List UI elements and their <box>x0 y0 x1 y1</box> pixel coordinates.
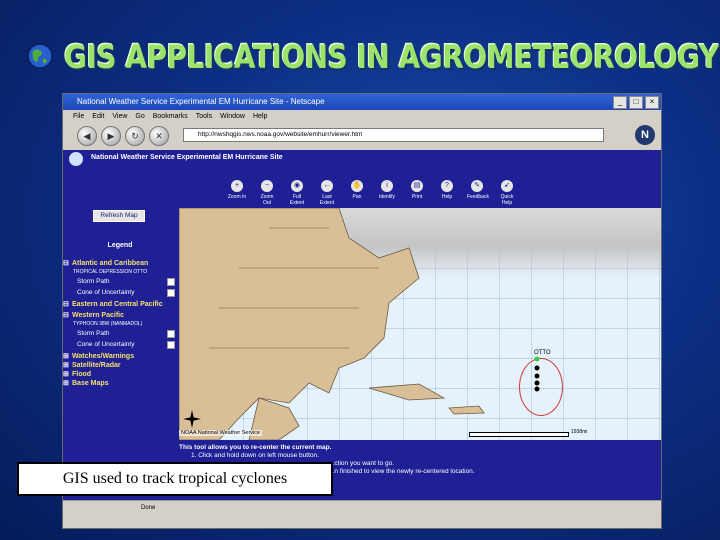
tool-label: Zoom Out <box>260 194 274 206</box>
menu-go[interactable]: Go <box>135 110 144 123</box>
legend-layer-cone[interactable]: Cone of Uncertainty <box>63 339 177 350</box>
layer-label: Storm Path <box>77 330 110 337</box>
layer-checkbox[interactable] <box>167 341 175 349</box>
legend-group-watches[interactable]: Watches/Warnings <box>63 352 177 361</box>
map-view[interactable]: OTTO NOAA National Weather Service 1938m… <box>179 208 661 440</box>
layer-label: Cone of Uncertainty <box>77 341 135 348</box>
instruction-line: 1. Click and hold down on left mouse but… <box>191 452 319 459</box>
tool-zoom-out[interactable]: − Zoom Out <box>257 180 277 206</box>
legend-group-base-maps[interactable]: Base Maps <box>63 379 177 388</box>
scale-label: 1938mi <box>571 429 588 435</box>
info-icon: i <box>381 180 393 192</box>
tool-label: Feedback <box>467 194 489 200</box>
menu-bookmarks[interactable]: Bookmarks <box>153 110 188 123</box>
legend-group-eastern-pacific[interactable]: Eastern and Central Pacific <box>63 300 177 309</box>
tool-identify[interactable]: i Identify <box>377 180 397 206</box>
storm-label: OTTO <box>534 350 551 356</box>
page-content: National Weather Service Experimental EM… <box>63 150 661 514</box>
layer-checkbox[interactable] <box>167 278 175 286</box>
close-button[interactable]: × <box>645 96 659 109</box>
status-text: Done <box>141 505 156 511</box>
tool-label: Full Extent <box>289 194 305 206</box>
tool-label: Last Extent <box>319 194 335 206</box>
legend-panel: Legend Atlantic and Caribbean TROPICAL D… <box>63 242 177 388</box>
legend-layer-storm-path[interactable]: Storm Path <box>63 276 177 287</box>
map-credit: NOAA National Weather Service <box>179 430 263 436</box>
tool-print[interactable]: ▤ Print <box>407 180 427 206</box>
tool-help[interactable]: ? Help <box>437 180 457 206</box>
tool-label: Identify <box>378 194 396 200</box>
tool-full-extent[interactable]: ◉ Full Extent <box>287 180 307 206</box>
tool-label: Pan <box>352 194 362 200</box>
menu-file[interactable]: File <box>73 110 84 123</box>
zoom-out-icon: − <box>261 180 273 192</box>
stop-button[interactable]: ✕ <box>149 126 169 146</box>
slide-caption: GIS used to track tropical cyclones <box>17 462 333 496</box>
north-arrow-icon <box>183 410 201 428</box>
menu-tools[interactable]: Tools <box>196 110 212 123</box>
instruction-line: This tool allows you to re-center the cu… <box>179 444 332 451</box>
question-icon: ? <box>441 180 453 192</box>
netscape-logo-icon: N <box>635 125 655 145</box>
storm-track <box>534 356 540 392</box>
legend-group-western-pacific[interactable]: Western Pacific <box>63 311 177 320</box>
refresh-map-button[interactable]: Refresh Map <box>93 210 145 222</box>
minimize-button[interactable]: _ <box>613 96 627 109</box>
url-input[interactable]: http://nwshqgis.nws.noaa.gov/website/emh… <box>183 128 604 142</box>
tool-label: Quick Help <box>500 194 514 206</box>
legend-storm-name: TROPICAL DEPRESSION OTTO <box>73 269 148 275</box>
navigation-toolbar: ◀ ▶ ↻ ✕ http://nwshqgis.nws.noaa.gov/web… <box>63 123 661 149</box>
menu-bar: File Edit View Go Bookmarks Tools Window… <box>63 110 661 123</box>
noaa-logo-icon <box>69 152 83 166</box>
reload-button[interactable]: ↻ <box>125 126 145 146</box>
legend-group-satellite[interactable]: Satellite/Radar <box>63 361 177 370</box>
legend-layer-storm-path[interactable]: Storm Path <box>63 328 177 339</box>
menu-help[interactable]: Help <box>253 110 267 123</box>
layer-label: Cone of Uncertainty <box>77 289 135 296</box>
tool-last-extent[interactable]: ← Last Extent <box>317 180 337 206</box>
tool-label: Print <box>411 194 423 200</box>
site-header: National Weather Service Experimental EM… <box>63 150 661 166</box>
menu-window[interactable]: Window <box>220 110 245 123</box>
scale-bar <box>469 432 569 437</box>
legend-group-flood[interactable]: Flood <box>63 370 177 379</box>
tool-label: Zoom In <box>227 194 247 200</box>
maximize-button[interactable]: □ <box>629 96 643 109</box>
slide-title: GIS APPLICATIONS IN AGROMETEOROLOGY <box>64 38 719 76</box>
map-toolbar: + Zoom In − Zoom Out ◉ Full Extent ← Last Ex… <box>227 180 517 206</box>
layer-checkbox[interactable] <box>167 330 175 338</box>
legend-title: Legend <box>107 242 133 249</box>
tool-zoom-in[interactable]: + Zoom In <box>227 180 247 206</box>
tool-pan[interactable]: ✋ Pan <box>347 180 367 206</box>
quick-help-icon: ➹ <box>501 180 513 192</box>
legend-storm-name: TYPHOON 38W (NANMADOL) <box>73 321 143 327</box>
layer-checkbox[interactable] <box>167 289 175 297</box>
tool-feedback[interactable]: ✎ Feedback <box>467 180 489 206</box>
menu-view[interactable]: View <box>112 110 127 123</box>
forward-button[interactable]: ▶ <box>101 126 121 146</box>
legend-layer-cone[interactable]: Cone of Uncertainty <box>63 287 177 298</box>
feedback-icon: ✎ <box>471 180 483 192</box>
globe-icon: ◉ <box>291 180 303 192</box>
land-masses <box>179 208 485 440</box>
status-bar: Done <box>63 500 661 514</box>
menu-edit[interactable]: Edit <box>92 110 104 123</box>
window-titlebar: National Weather Service Experimental EM… <box>63 94 661 110</box>
hand-icon: ✋ <box>351 180 363 192</box>
printer-icon: ▤ <box>411 180 423 192</box>
window-title: National Weather Service Experimental EM… <box>77 97 325 106</box>
zoom-in-icon: + <box>231 180 243 192</box>
tool-quick-help[interactable]: ➹ Quick Help <box>497 180 517 206</box>
cone-of-uncertainty <box>519 358 563 416</box>
site-title: National Weather Service Experimental EM… <box>91 154 283 161</box>
back-button[interactable]: ◀ <box>77 126 97 146</box>
legend-group-atlantic[interactable]: Atlantic and Caribbean <box>63 259 177 268</box>
layer-label: Storm Path <box>77 278 110 285</box>
arrow-left-icon: ← <box>321 180 333 192</box>
globe-icon <box>27 43 53 69</box>
tool-label: Help <box>441 194 453 200</box>
